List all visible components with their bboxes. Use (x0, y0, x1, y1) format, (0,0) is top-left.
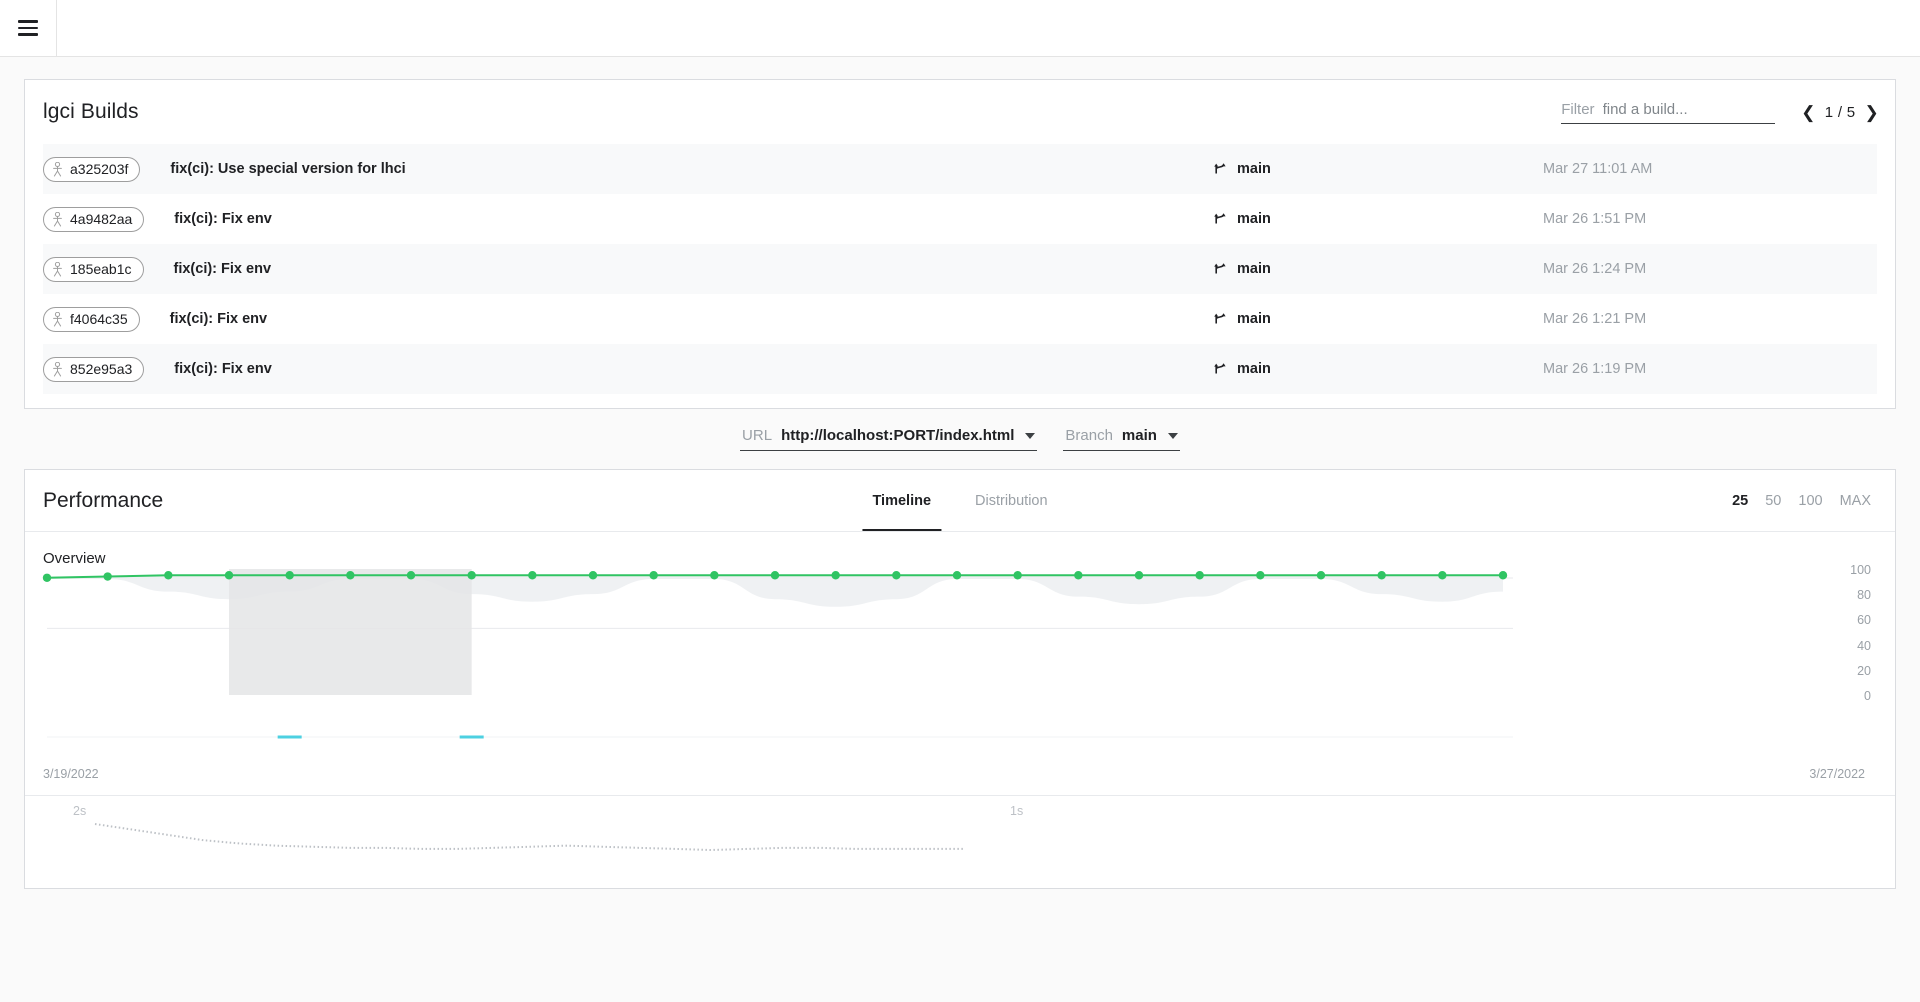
builds-header-controls: Filter ❮ 1 / 5 ❯ (1561, 100, 1879, 124)
build-date: Mar 26 1:19 PM (1543, 361, 1647, 377)
branch-cell: main (1213, 161, 1543, 177)
commit-hash-text: f4064c35 (70, 311, 128, 327)
build-date: Mar 26 1:51 PM (1543, 211, 1647, 227)
commit-hash-text: 4a9482aa (70, 211, 133, 227)
branch-name: main (1237, 211, 1271, 227)
chevron-down-icon (1025, 432, 1036, 439)
count-selector: 25 50 100 MAX (1732, 493, 1871, 509)
branch-cell: main (1213, 261, 1543, 277)
filter-label: Filter (1561, 100, 1595, 118)
page-indicator: 1 / 5 (1824, 103, 1856, 121)
builds-header: lgci Builds Filter ❮ 1 / 5 ❯ (25, 80, 1895, 144)
overview-chart-svg[interactable] (25, 567, 1897, 767)
url-value: http://localhost:PORT/index.html (781, 427, 1015, 444)
tab-distribution[interactable]: Distribution (953, 470, 1070, 531)
branch-value: main (1121, 427, 1157, 444)
tab-timeline[interactable]: Timeline (850, 470, 953, 531)
date-range-start: 3/19/2022 (43, 767, 99, 781)
commit-hash-pill[interactable]: 4a9482aa (43, 206, 145, 232)
commit-hash-pill[interactable]: f4064c35 (43, 306, 140, 332)
performance-title: Performance (43, 488, 164, 512)
builds-card: lgci Builds Filter ❮ 1 / 5 ❯ a325203f (24, 79, 1896, 409)
commit-hash-pill[interactable]: 852e95a3 (43, 356, 145, 382)
branch-name: main (1237, 161, 1271, 177)
pagination: ❮ 1 / 5 ❯ (1801, 104, 1879, 121)
performance-card: Performance Timeline Distribution 25 50 … (24, 469, 1896, 889)
date-range: 3/19/2022 3/27/2022 (25, 767, 1895, 781)
y-tick-20: 20 (1857, 664, 1871, 678)
y-tick-100: 100 (1850, 563, 1871, 577)
commit-message: fix(ci): Fix env (174, 361, 272, 377)
table-row[interactable]: a325203f fix(ci): Use special version fo… (43, 144, 1877, 194)
table-row[interactable]: 852e95a3 fix(ci): Fix env main Mar 26 1:… (43, 344, 1877, 394)
table-row[interactable]: f4064c35 fix(ci): Fix env main Mar 26 1:… (43, 294, 1877, 344)
top-app-bar (0, 0, 1920, 57)
selector-row: URL http://localhost:PORT/index.html Bra… (0, 409, 1920, 469)
branch-icon (1214, 212, 1226, 223)
performance-tabs: Timeline Distribution (850, 470, 1069, 531)
count-option-max[interactable]: MAX (1840, 493, 1871, 509)
person-icon (53, 311, 62, 326)
page-title: lgci Builds (43, 100, 139, 123)
branch-name: main (1237, 361, 1271, 377)
build-date: Mar 26 1:24 PM (1543, 261, 1647, 277)
commit-message: fix(ci): Use special version for lhci (170, 161, 406, 177)
branch-label: Branch (1065, 427, 1113, 444)
branch-icon (1214, 262, 1226, 273)
commit-message: fix(ci): Fix env (173, 261, 272, 277)
commit-hash-text: 852e95a3 (70, 361, 133, 377)
branch-icon (1214, 162, 1226, 173)
y-tick-60: 60 (1857, 613, 1871, 627)
chevron-down-icon (1167, 432, 1178, 439)
date-range-end: 3/27/2022 (1809, 767, 1865, 781)
filter-field[interactable]: Filter (1561, 100, 1802, 124)
count-option-25[interactable]: 25 (1732, 493, 1748, 509)
hamburger-icon (18, 16, 38, 40)
branch-icon (1214, 362, 1226, 373)
table-row[interactable]: 185eab1c fix(ci): Fix env main Mar 26 1:… (43, 244, 1877, 294)
branch-name: main (1237, 261, 1271, 277)
count-option-50[interactable]: 50 (1765, 493, 1781, 509)
build-date: Mar 27 11:01 AM (1543, 161, 1653, 177)
branch-cell: main (1213, 211, 1543, 227)
person-icon (53, 261, 62, 276)
person-icon (53, 211, 62, 226)
chevron-right-icon[interactable]: ❯ (1864, 104, 1879, 121)
overview-chart[interactable]: 100 80 60 40 20 0 (25, 563, 1897, 767)
build-date: Mar 26 1:21 PM (1543, 311, 1647, 327)
person-icon (53, 361, 62, 376)
overview-label: Overview (43, 550, 106, 567)
commit-hash-text: 185eab1c (70, 261, 132, 277)
timing-chart-svg (94, 823, 965, 852)
url-select[interactable]: URL http://localhost:PORT/index.html (740, 427, 1038, 451)
commit-hash-pill[interactable]: a325203f (43, 156, 141, 182)
table-row[interactable]: 4a9482aa fix(ci): Fix env main Mar 26 1:… (43, 194, 1877, 244)
hamburger-menu-button[interactable] (0, 0, 57, 56)
search-input[interactable] (1602, 100, 1802, 118)
branch-cell: main (1213, 361, 1543, 377)
y-tick-80: 80 (1857, 588, 1871, 602)
y-axis-labels: 100 80 60 40 20 0 (1831, 563, 1871, 703)
branch-cell: main (1213, 311, 1543, 327)
performance-header: Performance Timeline Distribution 25 50 … (25, 470, 1895, 532)
builds-list: a325203f fix(ci): Use special version fo… (25, 144, 1895, 408)
commit-message: fix(ci): Fix env (174, 211, 272, 227)
url-label: URL (742, 427, 773, 444)
timing-chart: 2s 1s (25, 796, 1895, 888)
count-option-100[interactable]: 100 (1798, 493, 1822, 509)
commit-hash-text: a325203f (70, 161, 129, 177)
commit-hash-pill[interactable]: 185eab1c (43, 256, 144, 282)
chevron-left-icon[interactable]: ❮ (1801, 104, 1816, 121)
person-icon (53, 161, 62, 176)
branch-icon (1214, 312, 1226, 323)
commit-message: fix(ci): Fix env (169, 311, 268, 327)
y-tick-40: 40 (1857, 639, 1871, 653)
branch-name: main (1237, 311, 1271, 327)
branch-select[interactable]: Branch main (1063, 427, 1180, 451)
y-tick-0: 0 (1864, 689, 1871, 703)
